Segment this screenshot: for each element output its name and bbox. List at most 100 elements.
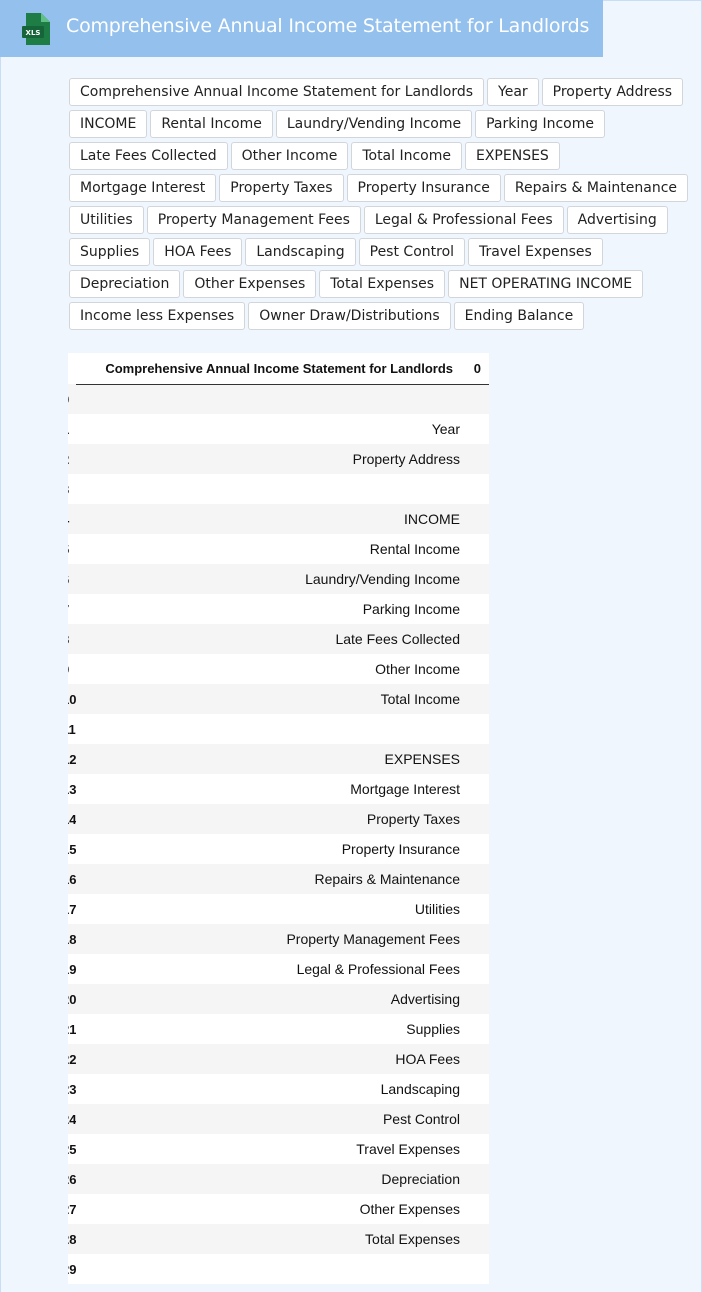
column-chip[interactable]: Owner Draw/Distributions [248, 302, 451, 330]
row-label-cell: Advertising [76, 984, 489, 1014]
column-chip[interactable]: Advertising [566, 206, 668, 234]
column-chip[interactable]: Property Management Fees [146, 206, 361, 234]
row-label-cell: Laundry/Vending Income [76, 564, 489, 594]
row-label-cell [76, 1254, 489, 1284]
row-label-cell: Year [76, 414, 489, 444]
row-index: 8 [68, 624, 76, 654]
row-index: 25 [68, 1134, 76, 1164]
column-chip[interactable]: EXPENSES [465, 142, 560, 170]
table-row: 24Pest Control [68, 1104, 489, 1134]
row-index: 24 [68, 1104, 76, 1134]
data-table: Comprehensive Annual Income Statement fo… [68, 353, 489, 1284]
column-header-value[interactable]: 0 [461, 353, 489, 385]
column-chip[interactable]: Property Insurance [346, 174, 501, 202]
column-chip[interactable]: Property Taxes [219, 174, 344, 202]
table-row: 0 [68, 384, 489, 414]
table-row: 22HOA Fees [68, 1044, 489, 1074]
row-label-cell [76, 474, 489, 504]
title-bar: XLS Comprehensive Annual Income Statemen… [0, 0, 603, 57]
column-chip[interactable]: HOA Fees [153, 238, 243, 266]
column-chip[interactable]: Repairs & Maintenance [503, 174, 689, 202]
column-chip[interactable]: Property Address [541, 78, 684, 106]
row-label-cell: Other Income [76, 654, 489, 684]
row-index: 29 [68, 1254, 76, 1284]
column-chip[interactable]: Landscaping [245, 238, 356, 266]
table-header-row: Comprehensive Annual Income Statement fo… [68, 353, 489, 385]
table-row: 9Other Income [68, 654, 489, 684]
row-index: 22 [68, 1044, 76, 1074]
column-chip[interactable]: Ending Balance [453, 302, 585, 330]
table-row: 25Travel Expenses [68, 1134, 489, 1164]
row-index: 17 [68, 894, 76, 924]
row-index: 1 [68, 414, 76, 444]
column-chip[interactable]: Laundry/Vending Income [275, 110, 473, 138]
row-label-cell: Pest Control [76, 1104, 489, 1134]
row-label-cell: Property Management Fees [76, 924, 489, 954]
column-chip[interactable]: Pest Control [358, 238, 466, 266]
column-chip[interactable]: Income less Expenses [69, 302, 246, 330]
column-chip[interactable]: Utilities [69, 206, 144, 234]
column-chip[interactable]: Other Expenses [183, 270, 317, 298]
row-label-cell: Total Expenses [76, 1224, 489, 1254]
table-row: 21Supplies [68, 1014, 489, 1044]
row-index: 19 [68, 954, 76, 984]
table-row: 27Other Expenses [68, 1194, 489, 1224]
row-index: 7 [68, 594, 76, 624]
row-index: 16 [68, 864, 76, 894]
row-index: 3 [68, 474, 76, 504]
table-row: 29 [68, 1254, 489, 1284]
column-chip[interactable]: Late Fees Collected [69, 142, 228, 170]
table-row: 7Parking Income [68, 594, 489, 624]
column-chip[interactable]: Total Expenses [319, 270, 446, 298]
table-row: 26Depreciation [68, 1164, 489, 1194]
row-label-cell: INCOME [76, 504, 489, 534]
table-row: 14Property Taxes [68, 804, 489, 834]
row-index: 9 [68, 654, 76, 684]
table-row: 12EXPENSES [68, 744, 489, 774]
column-chip[interactable]: Year [487, 78, 539, 106]
column-chip[interactable]: NET OPERATING INCOME [448, 270, 644, 298]
table-row: 16Repairs & Maintenance [68, 864, 489, 894]
row-label-cell: Rental Income [76, 534, 489, 564]
page-title: Comprehensive Annual Income Statement fo… [66, 15, 590, 37]
table-row: 2Property Address [68, 444, 489, 474]
row-label-cell: Utilities [76, 894, 489, 924]
row-index: 27 [68, 1194, 76, 1224]
column-chip[interactable]: Parking Income [475, 110, 605, 138]
column-chip[interactable]: Mortgage Interest [69, 174, 217, 202]
column-chip[interactable]: Total Income [351, 142, 462, 170]
column-chip[interactable]: Travel Expenses [468, 238, 603, 266]
table-row: 5Rental Income [68, 534, 489, 564]
row-index: 13 [68, 774, 76, 804]
column-chip[interactable]: INCOME [69, 110, 148, 138]
row-index: 2 [68, 444, 76, 474]
row-index: 28 [68, 1224, 76, 1254]
column-chip[interactable]: Depreciation [69, 270, 181, 298]
row-index: 12 [68, 744, 76, 774]
row-label-cell: EXPENSES [76, 744, 489, 774]
column-chip[interactable]: Legal & Professional Fees [363, 206, 564, 234]
row-index: 5 [68, 534, 76, 564]
row-label-cell: Late Fees Collected [76, 624, 489, 654]
row-index: 4 [68, 504, 76, 534]
row-label-cell: Property Address [76, 444, 489, 474]
table-row: 19Legal & Professional Fees [68, 954, 489, 984]
row-label-cell: Depreciation [76, 1164, 489, 1194]
column-chip[interactable]: Comprehensive Annual Income Statement fo… [69, 78, 485, 106]
table-row: 4INCOME [68, 504, 489, 534]
row-index: 15 [68, 834, 76, 864]
column-header-title[interactable]: Comprehensive Annual Income Statement fo… [76, 353, 461, 385]
column-chip[interactable]: Rental Income [150, 110, 273, 138]
row-label-cell: Parking Income [76, 594, 489, 624]
row-label-cell: Property Taxes [76, 804, 489, 834]
row-label-cell: Total Income [76, 684, 489, 714]
table-row: 23Landscaping [68, 1074, 489, 1104]
row-index: 18 [68, 924, 76, 954]
row-label-cell: Other Expenses [76, 1194, 489, 1224]
column-chip[interactable]: Supplies [69, 238, 151, 266]
table-row: 13Mortgage Interest [68, 774, 489, 804]
index-column-header [68, 353, 76, 384]
column-chip[interactable]: Other Income [230, 142, 349, 170]
data-table-container[interactable]: Comprehensive Annual Income Statement fo… [68, 353, 489, 1284]
row-label-cell: Mortgage Interest [76, 774, 489, 804]
